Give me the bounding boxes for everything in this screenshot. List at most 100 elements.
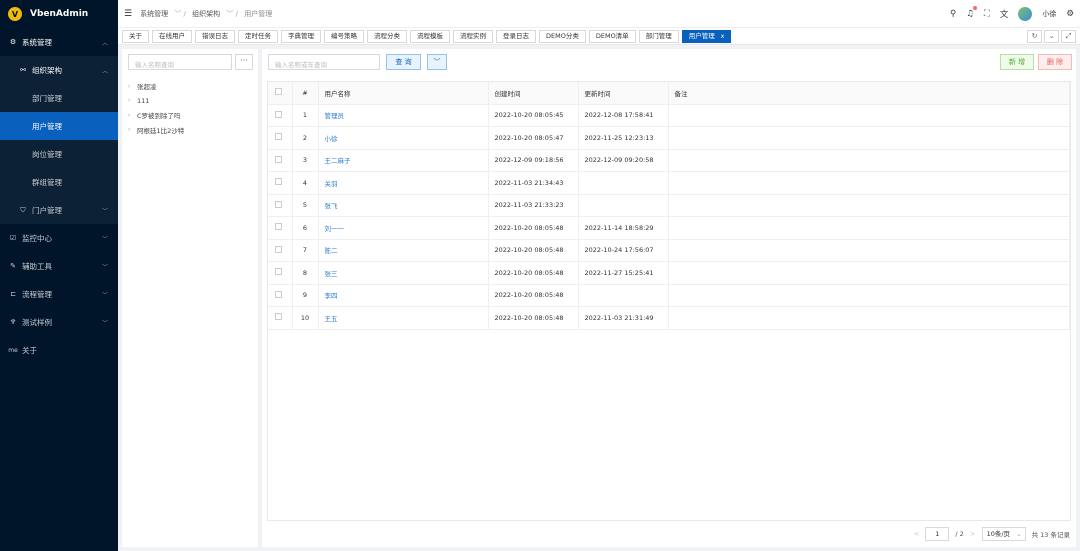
sidebar-item-users[interactable]: 用户管理 [0, 112, 118, 140]
more-icon[interactable]: ··· [235, 54, 253, 70]
tab-flow-template[interactable]: 流程模板 [410, 29, 450, 43]
chevron-down-icon[interactable]: ⌄ [1044, 30, 1059, 43]
column-header-name[interactable]: 用户名称 [318, 82, 489, 105]
user-name-link[interactable]: 刘一一 [318, 216, 489, 240]
tab-login-log[interactable]: 登录日志 [496, 29, 536, 43]
user-name-link[interactable]: 王五 [318, 306, 489, 330]
tree-node[interactable]: › 阿根廷1比2沙特 [128, 123, 184, 138]
tree-node-label: 阿根廷1比2沙特 [137, 126, 185, 135]
table-row[interactable]: 1 管理员 2022-10-20 08:05:45 2022-12-08 17:… [268, 104, 1070, 127]
sidebar-item-portal[interactable]: ⛉ 门户管理 ﹀ [0, 196, 118, 224]
tab-users[interactable]: 用户管理 x [681, 29, 732, 43]
sidebar-item-flow[interactable]: ⊏ 流程管理 ﹀ [0, 280, 118, 308]
row-checkbox[interactable] [268, 216, 293, 240]
tab-numbering[interactable]: 编号策略 [324, 29, 364, 43]
expand-icon[interactable]: ⤢ [1061, 30, 1076, 43]
user-search-input[interactable]: 输入名称或车查询 [268, 54, 380, 70]
created-time: 2022-10-20 08:05:48 [488, 216, 579, 240]
next-page-icon[interactable]: > [970, 530, 976, 538]
user-name-link[interactable]: 王二麻子 [318, 149, 489, 172]
tree-search-input[interactable]: 输入名称查询 [128, 54, 232, 70]
table-row[interactable]: 4 关羽 2022-11-03 21:34:43 [268, 171, 1070, 195]
sidebar-item-monitor[interactable]: ☑ 监控中心 ﹀ [0, 224, 118, 252]
sidebar-item-tests[interactable]: ♆ 测试样例 ﹀ [0, 308, 118, 336]
sidebar-item-about[interactable]: me 关于 [0, 336, 118, 364]
sidebar-item-tools[interactable]: ✎ 辅助工具 ﹀ [0, 252, 118, 280]
table-row[interactable]: 8 张三 2022-10-20 08:05:48 2022-11-27 15:2… [268, 261, 1070, 285]
query-button[interactable]: 查 询 [386, 54, 421, 70]
breadcrumb-item[interactable]: 组织架构 [192, 10, 220, 18]
tree-node[interactable]: › 张超凌 [128, 79, 184, 94]
menu-fold-icon[interactable]: ☰ [124, 9, 132, 19]
delete-button[interactable]: 删 除 [1038, 54, 1072, 70]
sidebar-item-org[interactable]: ⚯ 组织架构 ︿ [0, 56, 118, 84]
table-row[interactable]: 5 张飞 2022-11-03 21:33:23 [268, 194, 1070, 217]
add-button[interactable]: 新 增 [1000, 54, 1034, 70]
chevron-right-icon[interactable]: › [128, 126, 137, 133]
tree-node[interactable]: › C罗被到除了吗 [128, 108, 184, 123]
column-header-updated[interactable]: 更新时间 [578, 82, 669, 105]
table-row[interactable]: 9 李四 2022-10-20 08:05:48 [268, 284, 1070, 307]
breadcrumb-item[interactable]: 系统管理 [140, 10, 168, 18]
search-icon[interactable]: ⚲ [950, 9, 956, 19]
user-name-link[interactable]: 张飞 [318, 194, 489, 217]
page-size-select[interactable]: 10条/页 ⌄ [981, 527, 1026, 541]
tab-flow-instance[interactable]: 流程实例 [453, 29, 493, 43]
updated-time [578, 194, 669, 217]
translate-icon[interactable]: 文 [1000, 8, 1009, 20]
user-name-link[interactable]: 张三 [318, 261, 489, 285]
tab-flow-category[interactable]: 流程分类 [367, 29, 407, 43]
user-name-link[interactable]: 管理员 [318, 104, 489, 127]
app-logo[interactable]: V VbenAdmin [0, 0, 118, 28]
user-name-link[interactable]: 陈二 [318, 239, 489, 262]
sidebar-item-dept[interactable]: 部门管理 [0, 84, 118, 112]
column-header-created[interactable]: 创建时间 [488, 82, 579, 105]
chevron-right-icon[interactable]: › [128, 97, 137, 104]
user-name-link[interactable]: 关羽 [318, 171, 489, 195]
chevron-down-icon[interactable]: ﹀ [427, 54, 447, 70]
row-checkbox[interactable] [268, 239, 293, 262]
row-checkbox[interactable] [268, 284, 293, 307]
row-checkbox[interactable] [268, 149, 293, 172]
table-row[interactable]: 10 王五 2022-10-20 08:05:48 2022-11-03 21:… [268, 306, 1070, 330]
tab-about[interactable]: 关于 [122, 29, 149, 43]
sidebar-item-groups[interactable]: 群组管理 [0, 168, 118, 196]
tab-error-log[interactable]: 错误日志 [195, 29, 235, 43]
table-row[interactable]: 7 陈二 2022-10-20 08:05:48 2022-10-24 17:5… [268, 239, 1070, 262]
chevron-down-icon: ﹀ [101, 235, 108, 243]
row-checkbox[interactable] [268, 171, 293, 195]
tab-demo-list[interactable]: DEMO清单 [588, 29, 636, 43]
page-number-input[interactable]: 1 [925, 527, 950, 541]
refresh-icon[interactable]: ↻ [1027, 30, 1042, 43]
chevron-right-icon[interactable]: › [128, 112, 137, 119]
table-row[interactable]: 2 小徐 2022-10-20 08:05:47 2022-11-25 12:2… [268, 126, 1070, 150]
row-checkbox[interactable] [268, 306, 293, 330]
fullscreen-icon[interactable]: ⛶ [984, 9, 990, 19]
close-icon[interactable]: x [721, 33, 725, 40]
user-name-link[interactable]: 小徐 [318, 126, 489, 150]
prev-page-icon[interactable]: < [913, 530, 919, 538]
tab-dictionary[interactable]: 字典管理 [281, 29, 321, 43]
select-all-checkbox[interactable] [268, 82, 293, 105]
tab-dept[interactable]: 部门管理 [638, 29, 679, 43]
row-checkbox[interactable] [268, 126, 293, 150]
breadcrumb-item-current: 用户管理 [244, 9, 273, 18]
settings-icon[interactable]: ⚙ [1066, 9, 1074, 19]
bell-icon[interactable]: ♫ [966, 6, 977, 19]
tree-node[interactable]: › 111 [128, 94, 184, 109]
sidebar-item-system[interactable]: ⚙ 系统管理 ︿ [0, 28, 118, 56]
username[interactable]: 小徐 [1042, 9, 1056, 19]
table-row[interactable]: 6 刘一一 2022-10-20 08:05:48 2022-11-14 18:… [268, 216, 1070, 240]
sidebar-item-posts[interactable]: 岗位管理 [0, 140, 118, 168]
chevron-right-icon[interactable]: › [128, 83, 137, 90]
user-name-link[interactable]: 李四 [318, 284, 489, 307]
row-checkbox[interactable] [268, 194, 293, 217]
tab-online-users[interactable]: 在线用户 [152, 29, 192, 43]
tab-scheduled-tasks[interactable]: 定时任务 [238, 29, 278, 43]
tab-demo-category[interactable]: DEMO分类 [539, 29, 586, 43]
row-checkbox[interactable] [268, 104, 293, 127]
row-checkbox[interactable] [268, 261, 293, 285]
column-header-remark[interactable]: 备注 [668, 82, 1070, 105]
avatar[interactable] [1018, 7, 1033, 21]
table-row[interactable]: 3 王二麻子 2022-12-09 09:18:56 2022-12-09 09… [268, 149, 1070, 172]
